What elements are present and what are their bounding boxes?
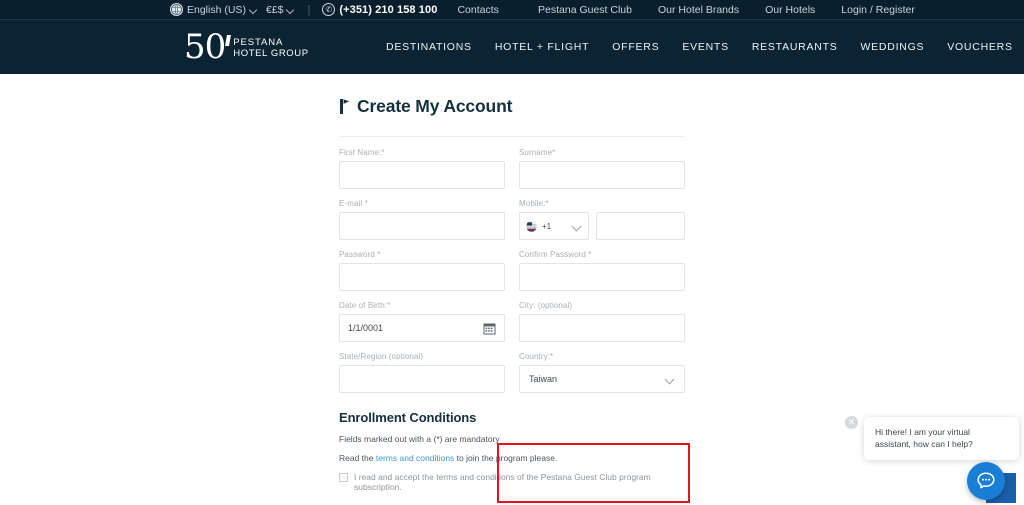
title-divider xyxy=(339,136,685,137)
logo-wordmark: PESTANA HOTEL GROUP xyxy=(233,37,309,62)
email-label: E-mail * xyxy=(339,199,368,208)
mandatory-note: Fields marked out with a (*) are mandato… xyxy=(339,434,500,444)
language-selector[interactable]: English (US) xyxy=(170,3,258,16)
contacts-link[interactable]: Contacts xyxy=(457,4,498,16)
form-row-name: First Name:* Surname* xyxy=(339,148,685,189)
mobile-input-group: +1 xyxy=(519,212,685,240)
phone-number: (+351) 210 158 100 xyxy=(339,3,438,16)
field-mobile: Mobile:* +1 xyxy=(519,199,685,240)
nav-item-restaurants[interactable]: RESTAURANTS xyxy=(752,41,838,53)
first-name-input[interactable] xyxy=(339,161,505,189)
nav-item-events[interactable]: EVENTS xyxy=(682,41,729,53)
page-title-text: Create My Account xyxy=(357,96,513,116)
city-label: City: (optional) xyxy=(519,301,573,310)
logo-tick-icon xyxy=(225,35,232,46)
country-flag-icon xyxy=(526,220,537,232)
confirm-password-input[interactable] xyxy=(519,263,685,291)
date-of-birth-value: 1/1/0001 xyxy=(348,323,384,333)
link-our-hotel-brands[interactable]: Our Hotel Brands xyxy=(658,4,739,16)
password-label: Password * xyxy=(339,250,381,259)
date-of-birth-label: Date of Birth:* xyxy=(339,301,391,310)
field-date-of-birth: Date of Birth:* 1/1/0001 xyxy=(339,301,505,342)
field-password: Password * xyxy=(339,250,505,291)
link-login-register[interactable]: Login / Register xyxy=(841,4,915,16)
top-utility-bar: English (US) €£$ | ✆ (+351) 210 158 100 … xyxy=(0,0,1024,20)
chevron-down-icon xyxy=(287,6,295,14)
logo-line-2: HOTEL GROUP xyxy=(233,48,309,60)
country-label: Country:* xyxy=(519,352,554,361)
link-pestana-guest-club[interactable]: Pestana Guest Club xyxy=(538,4,632,16)
globe-icon xyxy=(170,3,183,16)
primary-nav: DESTINATIONS HOTEL + FLIGHT OFFERS EVENT… xyxy=(386,20,1013,74)
chat-bubble-icon xyxy=(977,472,995,489)
chevron-down-icon xyxy=(666,375,675,384)
form-row-contact: E-mail * Mobile:* +1 xyxy=(339,199,685,240)
form-row-state-country: State/Region (optional) Country:* Taiwan xyxy=(339,352,685,393)
terms-checkbox-row: I read and accept the terms and conditio… xyxy=(339,472,685,492)
terms-prefix: Read the xyxy=(339,453,376,463)
currency-selector[interactable]: €£$ xyxy=(266,4,296,16)
enrollment-title: Enrollment Conditions xyxy=(339,410,477,425)
country-value: Taiwan xyxy=(529,374,558,384)
date-of-birth-input[interactable]: 1/1/0001 xyxy=(339,314,505,342)
topbar-right-links: Pestana Guest Club Our Hotel Brands Our … xyxy=(538,0,915,20)
chat-launcher-button[interactable] xyxy=(967,462,1005,500)
field-confirm-password: Confirm Password * xyxy=(519,250,685,291)
logo-number: 50 xyxy=(184,27,226,67)
flag-icon xyxy=(340,99,349,114)
terms-suffix: to join the program please. xyxy=(454,453,558,463)
nav-item-hotel-flight[interactable]: HOTEL + FLIGHT xyxy=(495,41,589,53)
nav-item-offers[interactable]: OFFERS xyxy=(612,41,659,53)
phone-icon: ✆ xyxy=(322,3,336,16)
topbar-separator: | xyxy=(307,3,311,16)
chevron-down-icon xyxy=(573,222,582,231)
site-logo[interactable]: 50 PESTANA HOTEL GROUP xyxy=(184,27,309,67)
nav-item-weddings[interactable]: WEDDINGS xyxy=(861,41,925,53)
field-city: City: (optional) xyxy=(519,301,685,342)
main-header: 50 PESTANA HOTEL GROUP DESTINATIONS HOTE… xyxy=(0,20,1024,74)
country-code-selector[interactable]: +1 xyxy=(519,212,589,240)
surname-input[interactable] xyxy=(519,161,685,189)
confirm-password-label: Confirm Password * xyxy=(519,250,592,259)
chat-message-text: Hi there! I am your virtual assistant, h… xyxy=(875,426,973,450)
first-name-label: First Name:* xyxy=(339,148,385,157)
country-code-value: +1 xyxy=(542,221,552,231)
page-body: Create My Account First Name:* Surname* … xyxy=(0,74,1024,505)
city-input[interactable] xyxy=(519,314,685,342)
country-select[interactable]: Taiwan xyxy=(519,365,685,393)
mobile-label: Mobile:* xyxy=(519,199,549,208)
field-country: Country:* Taiwan xyxy=(519,352,685,393)
nav-item-vouchers[interactable]: VOUCHERS xyxy=(947,41,1013,53)
password-input[interactable] xyxy=(339,263,505,291)
chat-message-bubble: Hi there! I am your virtual assistant, h… xyxy=(864,416,1019,460)
surname-label: Surname* xyxy=(519,148,556,157)
link-our-hotels[interactable]: Our Hotels xyxy=(765,4,815,16)
page-title: Create My Account xyxy=(339,96,685,117)
currency-label: €£$ xyxy=(265,3,284,16)
terms-checkbox-label: I read and accept the terms and conditio… xyxy=(354,472,651,492)
create-account-form: Create My Account First Name:* Surname* … xyxy=(339,74,685,492)
state-region-label: State/Region (optional) xyxy=(339,352,424,361)
chat-close-icon[interactable]: ✕ xyxy=(845,416,858,429)
form-row-dob-city: Date of Birth:* 1/1/0001 City: (optional… xyxy=(339,301,685,342)
nav-item-destinations[interactable]: DESTINATIONS xyxy=(386,41,472,53)
calendar-icon[interactable] xyxy=(483,322,496,335)
language-label: English (US) xyxy=(187,3,246,16)
terms-line: Read the terms and conditions to join th… xyxy=(339,453,685,463)
chevron-down-icon xyxy=(250,6,258,14)
state-region-input[interactable] xyxy=(339,365,505,393)
topbar-left-group: English (US) €£$ | ✆ (+351) 210 158 100 … xyxy=(170,3,499,16)
terms-and-conditions-link[interactable]: terms and conditions xyxy=(376,453,454,463)
phone-block[interactable]: ✆ (+351) 210 158 100 xyxy=(322,3,437,16)
email-input[interactable] xyxy=(339,212,505,240)
field-state-region: State/Region (optional) xyxy=(339,352,505,393)
field-email: E-mail * xyxy=(339,199,505,240)
field-surname: Surname* xyxy=(519,148,685,189)
terms-checkbox[interactable] xyxy=(339,473,348,482)
form-row-password: Password * Confirm Password * xyxy=(339,250,685,291)
mobile-number-input[interactable] xyxy=(596,212,685,240)
field-first-name: First Name:* xyxy=(339,148,505,189)
